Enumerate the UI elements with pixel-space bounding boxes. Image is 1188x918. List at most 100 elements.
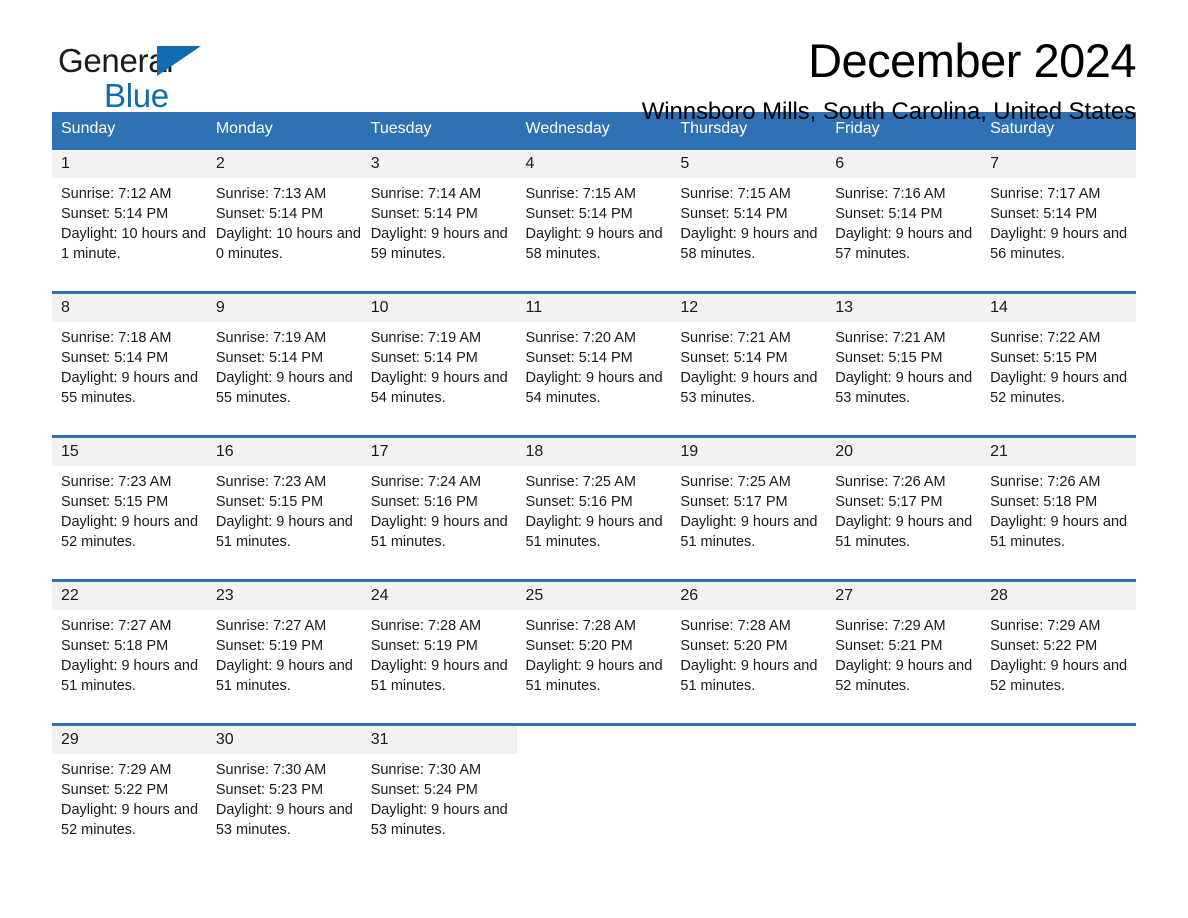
day-cell[interactable]: Sunrise: 7:27 AM Sunset: 5:19 PM Daylight:…	[206, 610, 362, 704]
day-cell[interactable]: Sunrise: 7:19 AM Sunset: 5:14 PM Daylight:…	[206, 322, 362, 416]
sunrise-text: Sunrise: 7:23 AM	[215, 474, 327, 490]
day-number[interactable]: 8	[52, 294, 207, 322]
day-number[interactable]: 15	[52, 438, 207, 466]
day-number[interactable]: 20	[826, 438, 982, 466]
triangle-flag-icon	[157, 46, 201, 76]
day-number[interactable]: 10	[361, 294, 517, 322]
day-number[interactable]: 30	[206, 726, 362, 754]
day-number[interactable]: 28	[981, 582, 1136, 610]
daylight-text: Daylight: 9 hours and 54 minutes.	[370, 370, 508, 407]
day-number[interactable]: 11	[516, 294, 672, 322]
day-number[interactable]: 9	[206, 294, 362, 322]
day-number[interactable]: 5	[671, 150, 827, 178]
day-number[interactable]: 26	[671, 582, 827, 610]
sunrise-text: Sunrise: 7:16 AM	[835, 186, 946, 202]
day-cell[interactable]: Sunrise: 7:26 AM Sunset: 5:17 PM Daylight:…	[826, 466, 982, 560]
day-number-row: 8 9 10 11 12 13 14	[52, 294, 1136, 322]
day-number-row: 15 16 17 18 19 20 21	[52, 438, 1136, 466]
day-cell[interactable]: Sunrise: 7:21 AM Sunset: 5:14 PM Daylight:…	[671, 322, 827, 416]
day-cell[interactable]: Sunrise: 7:28 AM Sunset: 5:20 PM Daylight:…	[671, 610, 827, 704]
day-cell[interactable]: Sunrise: 7:24 AM Sunset: 5:16 PM Daylight:…	[361, 466, 517, 560]
day-cell[interactable]: Sunrise: 7:30 AM Sunset: 5:24 PM Daylight:…	[361, 754, 517, 848]
empty-day-cell	[516, 754, 672, 848]
sunset-text: Sunset: 5:17 PM	[680, 494, 788, 511]
day-cell[interactable]: Sunrise: 7:23 AM Sunset: 5:15 PM Daylight:…	[206, 466, 362, 560]
day-cell[interactable]: Sunrise: 7:13 AM Sunset: 5:14 PM Daylight:…	[206, 178, 362, 272]
day-cell[interactable]: Sunrise: 7:12 AM Sunset: 5:14 PM Daylight:…	[52, 178, 207, 272]
daylight-text: Daylight: 9 hours and 51 minutes.	[680, 658, 818, 695]
day-cell[interactable]: Sunrise: 7:15 AM Sunset: 5:14 PM Daylight:…	[671, 178, 827, 272]
day-cell[interactable]: Sunrise: 7:30 AM Sunset: 5:23 PM Daylight:…	[206, 754, 362, 848]
day-number-row: 1234567	[52, 150, 1136, 178]
day-number[interactable]: 2	[206, 150, 362, 178]
sunset-text: Sunset: 5:18 PM	[990, 494, 1098, 511]
day-number[interactable]: 14	[981, 294, 1136, 322]
daylight-text: Daylight: 9 hours and 53 minutes.	[215, 802, 353, 839]
daylight-text: Daylight: 10 hours and 0 minutes.	[215, 226, 361, 263]
day-number[interactable]: 23	[206, 582, 362, 610]
sunset-text: Sunset: 5:19 PM	[370, 638, 478, 655]
day-number[interactable]: 6	[826, 150, 982, 178]
daylight-text: Daylight: 9 hours and 51 minutes.	[835, 514, 973, 551]
day-number[interactable]: 12	[671, 294, 827, 322]
day-cell[interactable]: Sunrise: 7:21 AM Sunset: 5:15 PM Daylight:…	[826, 322, 982, 416]
sunrise-text: Sunrise: 7:21 AM	[680, 330, 791, 346]
day-number[interactable]: 1	[52, 150, 207, 178]
sunrise-text: Sunrise: 7:17 AM	[990, 186, 1101, 202]
day-cell[interactable]: Sunrise: 7:25 AM Sunset: 5:17 PM Daylight:…	[671, 466, 827, 560]
day-number[interactable]: 22	[52, 582, 207, 610]
day-number[interactable]: 29	[52, 726, 207, 754]
sunset-text: Sunset: 5:14 PM	[370, 206, 478, 223]
day-number[interactable]: 24	[361, 582, 517, 610]
day-number[interactable]: 3	[361, 150, 517, 178]
day-cell[interactable]: Sunrise: 7:29 AM Sunset: 5:22 PM Daylight:…	[52, 754, 207, 848]
logo-text-general: General	[58, 44, 258, 77]
day-number[interactable]: 27	[826, 582, 982, 610]
day-number[interactable]: 17	[361, 438, 517, 466]
day-cell[interactable]: Sunrise: 7:19 AM Sunset: 5:14 PM Daylight:…	[361, 322, 517, 416]
day-cell[interactable]: Sunrise: 7:22 AM Sunset: 5:15 PM Daylight:…	[981, 322, 1136, 416]
page-masthead: General Blue December 2024 Winnsboro Mil…	[52, 0, 1137, 126]
day-number[interactable]: 21	[981, 438, 1136, 466]
page-title: December 2024	[808, 34, 1136, 87]
day-number[interactable]: 18	[516, 438, 672, 466]
day-number[interactable]: 4	[516, 150, 672, 178]
day-cell[interactable]: Sunrise: 7:16 AM Sunset: 5:14 PM Daylight:…	[826, 178, 982, 272]
day-cell[interactable]: Sunrise: 7:14 AM Sunset: 5:14 PM Daylight:…	[361, 178, 517, 272]
day-cell[interactable]: Sunrise: 7:29 AM Sunset: 5:22 PM Daylight:…	[981, 610, 1136, 704]
week-spacer-row	[52, 272, 1136, 291]
day-cell[interactable]: Sunrise: 7:23 AM Sunset: 5:15 PM Daylight:…	[52, 466, 207, 560]
general-blue-logo[interactable]: General Blue	[58, 44, 258, 114]
sunset-text: Sunset: 5:18 PM	[61, 638, 169, 655]
day-number[interactable]: 31	[361, 726, 517, 754]
day-number[interactable]: 16	[206, 438, 362, 466]
sunrise-text: Sunrise: 7:29 AM	[835, 618, 946, 634]
day-cell[interactable]: Sunrise: 7:29 AM Sunset: 5:21 PM Daylight:…	[826, 610, 982, 704]
sunrise-text: Sunrise: 7:28 AM	[525, 618, 636, 634]
day-cell[interactable]: Sunrise: 7:26 AM Sunset: 5:18 PM Daylight:…	[981, 466, 1136, 560]
day-number[interactable]: 7	[981, 150, 1136, 178]
day-cell[interactable]: Sunrise: 7:25 AM Sunset: 5:16 PM Daylight:…	[516, 466, 672, 560]
sunset-text: Sunset: 5:24 PM	[370, 782, 478, 799]
sunrise-text: Sunrise: 7:28 AM	[370, 618, 482, 634]
daylight-text: Daylight: 9 hours and 51 minutes.	[990, 514, 1128, 551]
day-cell[interactable]: Sunrise: 7:27 AM Sunset: 5:18 PM Daylight:…	[52, 610, 207, 704]
empty-day-number	[826, 726, 982, 754]
day-cell[interactable]: Sunrise: 7:20 AM Sunset: 5:14 PM Daylight:…	[516, 322, 672, 416]
sunrise-text: Sunrise: 7:24 AM	[370, 474, 482, 490]
day-cell[interactable]: Sunrise: 7:18 AM Sunset: 5:14 PM Daylight:…	[52, 322, 207, 416]
day-cell[interactable]: Sunrise: 7:17 AM Sunset: 5:14 PM Daylight:…	[981, 178, 1136, 272]
day-number[interactable]: 25	[516, 582, 672, 610]
day-number[interactable]: 13	[826, 294, 982, 322]
sunrise-text: Sunrise: 7:29 AM	[61, 762, 172, 778]
day-cell[interactable]: Sunrise: 7:28 AM Sunset: 5:19 PM Daylight:…	[361, 610, 517, 704]
empty-day-number	[671, 726, 827, 754]
daylight-text: Daylight: 9 hours and 51 minutes.	[61, 658, 199, 695]
daylight-text: Daylight: 9 hours and 56 minutes.	[990, 226, 1128, 263]
sunset-text: Sunset: 5:14 PM	[525, 206, 633, 223]
sunset-text: Sunset: 5:15 PM	[61, 494, 169, 511]
day-cell[interactable]: Sunrise: 7:28 AM Sunset: 5:20 PM Daylight:…	[516, 610, 672, 704]
day-number[interactable]: 19	[671, 438, 827, 466]
day-number-row: 29 30 31	[52, 726, 1136, 754]
day-cell[interactable]: Sunrise: 7:15 AM Sunset: 5:14 PM Daylight:…	[516, 178, 672, 272]
